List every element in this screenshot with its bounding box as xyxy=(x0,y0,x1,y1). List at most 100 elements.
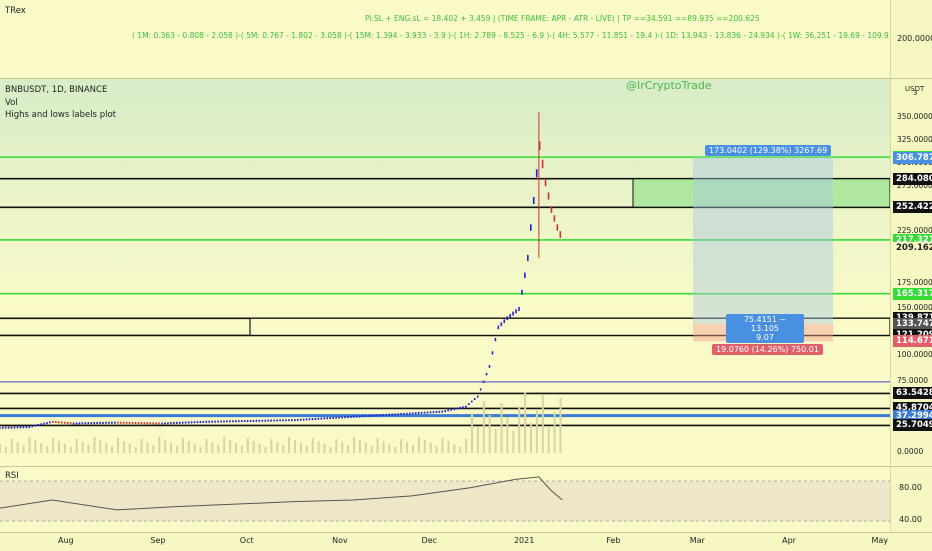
price-tag-1: 306.7876 xyxy=(893,151,932,164)
volume-bar xyxy=(146,442,149,453)
volume-bar xyxy=(134,447,137,453)
price-candle xyxy=(49,421,51,424)
indicator-name: TRex xyxy=(5,6,26,16)
volume-bar xyxy=(140,439,143,453)
price-candle xyxy=(220,420,222,423)
price-candle xyxy=(217,420,219,423)
price-candle xyxy=(211,420,213,423)
price-candle xyxy=(146,422,149,425)
price-candle xyxy=(270,419,272,422)
price-candle xyxy=(255,419,258,422)
price-candle xyxy=(117,421,119,424)
price-candle xyxy=(108,421,110,424)
price-candle xyxy=(55,421,57,424)
price-candle xyxy=(63,421,66,424)
rsi-pane[interactable]: RSI xyxy=(0,466,890,533)
volume-bar xyxy=(235,443,237,453)
price-candle xyxy=(184,421,187,424)
volume-bar xyxy=(488,415,491,453)
volume-bar xyxy=(358,440,361,453)
volume-bar xyxy=(217,445,220,453)
price-candle xyxy=(119,421,122,424)
price-candle xyxy=(394,413,396,416)
volume-bar xyxy=(105,443,108,453)
volume-bar xyxy=(10,439,13,453)
volume-bar xyxy=(305,446,308,453)
volume-bar xyxy=(52,438,55,453)
price-candle xyxy=(314,417,317,420)
rsi-chart-svg[interactable] xyxy=(0,467,890,533)
price-candle xyxy=(137,422,140,425)
price-candle xyxy=(412,412,414,415)
price-candle xyxy=(329,417,331,420)
volume-bar xyxy=(429,443,432,453)
volume-bar xyxy=(87,445,90,453)
price-candle xyxy=(13,426,16,429)
price-candle xyxy=(102,421,104,424)
price-candle xyxy=(131,421,134,424)
price-candle xyxy=(291,419,293,422)
volume-bar xyxy=(193,444,196,453)
price-candle xyxy=(556,224,559,231)
price-candle xyxy=(347,416,349,419)
volume-bar xyxy=(500,403,503,453)
price-candle xyxy=(69,422,72,425)
price-candle xyxy=(527,254,529,262)
price-candle xyxy=(559,231,562,239)
time-tick-0: Aug xyxy=(58,536,74,545)
volume-bar xyxy=(128,444,131,453)
price-candle xyxy=(423,411,426,414)
price-candle xyxy=(471,400,473,403)
price-candle xyxy=(308,418,311,421)
price-candle xyxy=(75,422,78,425)
price-candle xyxy=(240,420,243,423)
time-axis[interactable]: Aug Sep Oct Nov Dec 2021 Feb Mar Apr May xyxy=(0,532,932,551)
price-candle xyxy=(208,420,211,423)
price-candle xyxy=(391,413,393,416)
time-tick-7: Mar xyxy=(689,536,705,545)
price-candle xyxy=(267,419,270,422)
price-candle xyxy=(288,419,290,422)
main-pane[interactable]: BNBUSDT, 1D, BINANCE Vol Highs and lows … xyxy=(0,79,890,465)
price-candle xyxy=(0,426,1,429)
price-candle xyxy=(19,426,22,429)
price-candle xyxy=(158,422,160,425)
volume-bar xyxy=(512,431,515,453)
price-candle xyxy=(167,422,169,425)
price-candle xyxy=(476,395,479,398)
price-candle xyxy=(22,426,25,429)
price-chart-svg[interactable] xyxy=(0,79,890,465)
volume-bar xyxy=(341,442,344,453)
volume-bar xyxy=(530,423,532,453)
price-tick-6: 150.0000 xyxy=(897,303,932,312)
price-candle xyxy=(155,422,157,425)
volume-bar xyxy=(447,441,450,453)
price-candle xyxy=(403,412,405,415)
price-candle xyxy=(25,426,28,429)
price-candle xyxy=(406,412,408,415)
price-candle xyxy=(341,416,343,419)
price-candle xyxy=(223,420,225,423)
volume-bar xyxy=(400,439,403,453)
price-candle xyxy=(447,409,449,412)
price-candle xyxy=(435,411,438,414)
volume-bar xyxy=(441,438,444,453)
price-candle xyxy=(382,414,385,417)
measure-mid-box: 75.4151 ~ 13.105 9.07 xyxy=(726,314,804,343)
price-candle xyxy=(1,426,4,429)
volume-bar xyxy=(376,438,379,453)
price-candle xyxy=(468,403,470,406)
volume-bar xyxy=(229,440,232,453)
price-candle xyxy=(512,311,514,316)
price-candle xyxy=(60,421,63,424)
volume-bar xyxy=(535,409,538,453)
price-candle xyxy=(246,420,249,423)
price-candle xyxy=(524,272,526,279)
price-candle xyxy=(279,419,281,422)
rsi-axis: 80.00 40.00 xyxy=(890,466,932,533)
price-candle xyxy=(235,420,237,423)
price-candle xyxy=(482,380,485,383)
volume-bar xyxy=(205,439,208,453)
volume-bar xyxy=(412,445,414,453)
price-candle xyxy=(296,418,299,421)
